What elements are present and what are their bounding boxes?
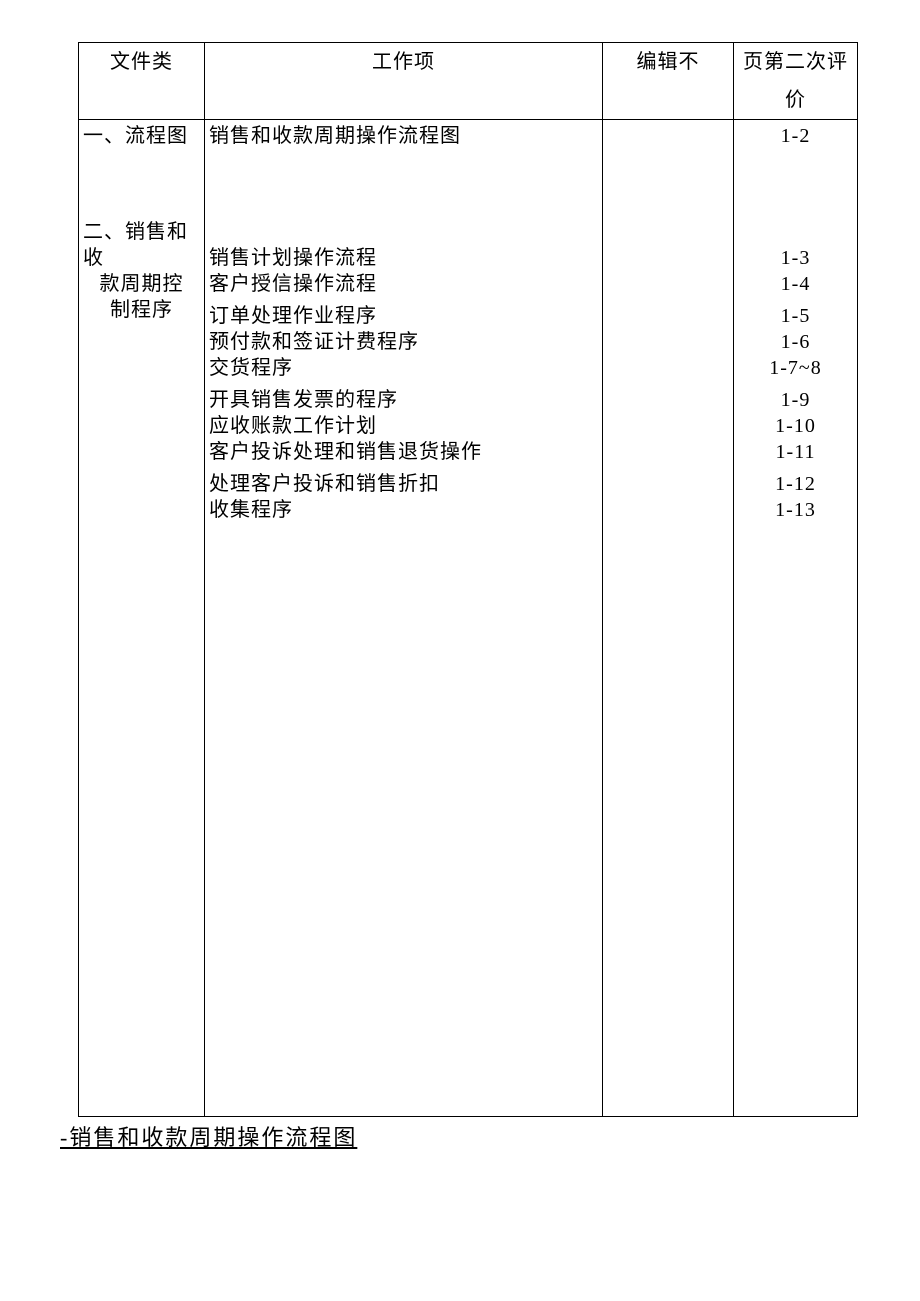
section-1-label: 一、流程图 bbox=[83, 125, 188, 147]
page-ref: 1-7~8 bbox=[738, 355, 853, 381]
header-edit: 编辑不 bbox=[603, 43, 734, 120]
page-ref: 1-3 bbox=[738, 245, 853, 271]
header-file-type: 文件类 bbox=[79, 43, 205, 120]
work-item: 应收账款工作计划 bbox=[209, 413, 598, 439]
work-item: 销售和收款周期操作流程图 bbox=[209, 123, 598, 149]
section-2-line3: 制程序 bbox=[83, 297, 200, 323]
cell-file-type: 一、流程图 二、销售和收 款周期控 制程序 bbox=[79, 120, 205, 1117]
page-ref: 1-5 bbox=[738, 303, 853, 329]
page-ref: 1-2 bbox=[781, 125, 811, 147]
document-page: 文件类 工作项 编辑不 页第二次评价 一、流程图 二、销售和收 款周期控 制程序… bbox=[0, 0, 920, 1301]
page-ref: 1-13 bbox=[738, 497, 853, 523]
table-body-row: 一、流程图 二、销售和收 款周期控 制程序 销售和收款周期操作流程图 销售计划操… bbox=[79, 120, 858, 1117]
page-ref: 1-4 bbox=[738, 271, 853, 297]
header-work-item: 工作项 bbox=[205, 43, 603, 120]
cell-pages: 1-2 1-3 1-4 1-5 1-6 1-7~8 1-9 1-10 1-11 … bbox=[734, 120, 858, 1117]
work-item: 收集程序 bbox=[209, 497, 598, 523]
index-table: 文件类 工作项 编辑不 页第二次评价 一、流程图 二、销售和收 款周期控 制程序… bbox=[78, 42, 858, 1117]
work-item: 客户投诉处理和销售退货操作 bbox=[209, 439, 598, 465]
cell-edit bbox=[603, 120, 734, 1117]
work-item: 交货程序 bbox=[209, 355, 598, 381]
page-ref: 1-12 bbox=[738, 471, 853, 497]
work-item: 销售计划操作流程 bbox=[209, 245, 598, 271]
work-item: 预付款和签证计费程序 bbox=[209, 329, 598, 355]
header-page: 页第二次评价 bbox=[734, 43, 858, 120]
page-ref: 1-6 bbox=[738, 329, 853, 355]
page-ref: 1-11 bbox=[738, 439, 853, 465]
work-item: 开具销售发票的程序 bbox=[209, 387, 598, 413]
cell-work-items: 销售和收款周期操作流程图 销售计划操作流程 客户授信操作流程 订单处理作业程序 … bbox=[205, 120, 603, 1117]
footer-title: -销售和收款周期操作流程图 bbox=[60, 1120, 357, 1152]
page-ref: 1-10 bbox=[738, 413, 853, 439]
section-2-line1: 二、销售和收 bbox=[83, 221, 188, 269]
section-2-line2: 款周期控 bbox=[83, 271, 200, 297]
work-item: 客户授信操作流程 bbox=[209, 271, 598, 297]
page-ref: 1-9 bbox=[738, 387, 853, 413]
work-item: 处理客户投诉和销售折扣 bbox=[209, 471, 598, 497]
work-item: 订单处理作业程序 bbox=[209, 303, 598, 329]
table-header-row: 文件类 工作项 编辑不 页第二次评价 bbox=[79, 43, 858, 120]
